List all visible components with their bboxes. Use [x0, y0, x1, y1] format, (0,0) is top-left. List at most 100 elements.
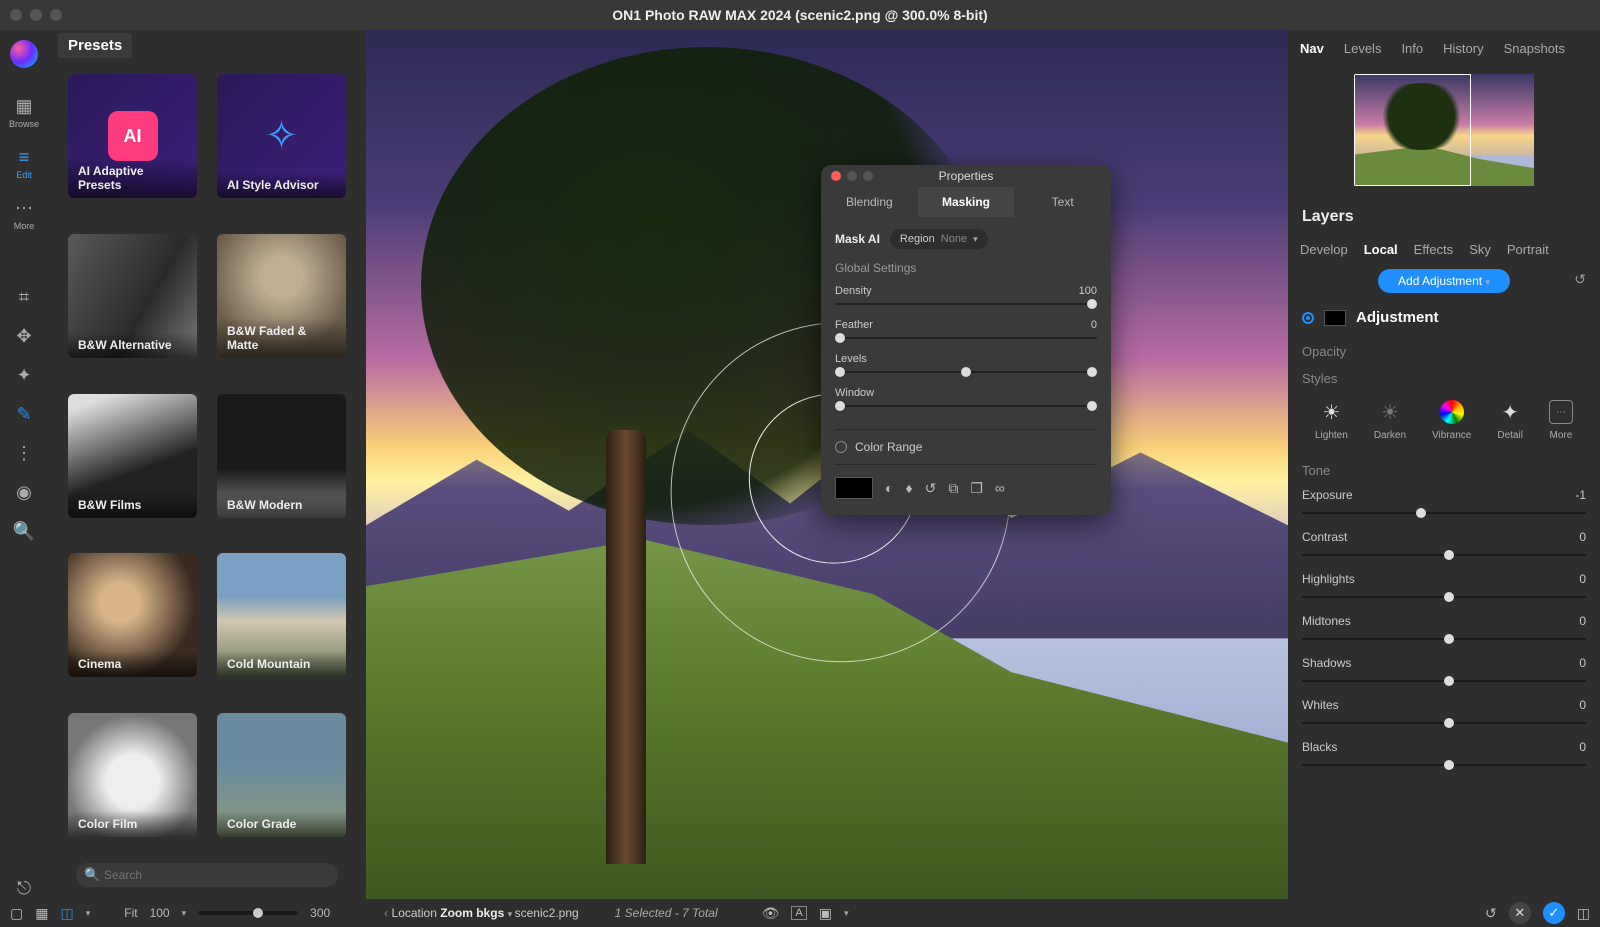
preset-cold-mountain[interactable]: Cold Mountain — [217, 553, 346, 677]
preset-ai-adaptive[interactable]: AI AI Adaptive Presets — [68, 74, 197, 198]
contrast-icon[interactable]: ◐ — [885, 480, 893, 496]
more-mode-button[interactable]: ⋯ More — [6, 198, 42, 231]
preset-bw-modern[interactable]: B&W Modern — [217, 394, 346, 518]
adjustment-active-radio[interactable] — [1302, 312, 1314, 324]
panel-toggle-icon[interactable]: ◫ — [1577, 905, 1590, 922]
exposure-slider[interactable]: Exposure-1 — [1288, 482, 1600, 524]
zoom-slider[interactable] — [198, 911, 298, 915]
minimize-icon[interactable] — [847, 171, 857, 181]
zoom-percent[interactable]: 100 — [150, 906, 170, 920]
tab-masking[interactable]: Masking — [918, 187, 1015, 217]
maximize-icon[interactable] — [863, 171, 873, 181]
tab-portrait[interactable]: Portrait — [1507, 242, 1549, 257]
brush-tool[interactable]: ✎ — [6, 404, 42, 425]
text-a-icon[interactable]: A — [791, 906, 806, 920]
grid-view-icon[interactable]: ▦ — [35, 905, 48, 922]
tab-history[interactable]: History — [1443, 41, 1483, 56]
preset-bw-films[interactable]: B&W Films — [68, 394, 197, 518]
cancel-button[interactable]: ✕ — [1509, 902, 1531, 924]
share-tool[interactable]: ⎋ — [6, 878, 42, 899]
preset-label: B&W Modern — [217, 492, 346, 518]
move-tool[interactable]: ✥ — [6, 326, 42, 347]
fit-button[interactable]: Fit — [124, 906, 137, 920]
undo-footer-icon[interactable]: ↺ — [1485, 905, 1497, 922]
style-detail[interactable]: ✦ Detail — [1497, 400, 1523, 441]
preset-bw-alt[interactable]: B&W Alternative — [68, 234, 197, 358]
shadows-slider[interactable]: Shadows0 — [1288, 650, 1600, 692]
tab-develop[interactable]: Develop — [1300, 242, 1348, 257]
mask-preview-swatch[interactable] — [835, 477, 873, 499]
tab-info[interactable]: Info — [1401, 41, 1423, 56]
bulb-icon[interactable]: ♦ — [905, 480, 912, 496]
style-lighten[interactable]: ☀ Lighten — [1315, 400, 1348, 441]
preset-grid[interactable]: AI AI Adaptive Presets ✧ AI Style Adviso… — [48, 60, 366, 853]
contrast-slider[interactable]: Contrast0 — [1288, 524, 1600, 566]
path-tool[interactable]: ⋮ — [6, 443, 42, 464]
paste-icon[interactable]: ❐ — [970, 480, 983, 497]
tab-snapshots[interactable]: Snapshots — [1504, 41, 1565, 56]
undo-icon[interactable]: ↺ — [925, 480, 937, 497]
status-bar: ▢ ▦ ◫ ▾ Fit 100 ▾ 300 ‹ Location Zoom bk… — [0, 899, 1600, 927]
tab-effects[interactable]: Effects — [1414, 242, 1454, 257]
maximize-icon[interactable] — [50, 9, 62, 21]
reset-icon[interactable]: ↺ — [1574, 271, 1586, 288]
minimize-icon[interactable] — [30, 9, 42, 21]
preset-cinema[interactable]: Cinema — [68, 553, 197, 677]
blacks-slider[interactable]: Blacks0 — [1288, 734, 1600, 776]
tab-levels[interactable]: Levels — [1344, 41, 1382, 56]
properties-panel[interactable]: Properties Blending Masking Text Mask AI… — [821, 165, 1111, 515]
apply-button[interactable]: ✓ — [1543, 902, 1565, 924]
adjustment-mask-swatch[interactable] — [1324, 310, 1346, 326]
panel-window-controls[interactable] — [831, 171, 873, 181]
presets-tab-label[interactable]: Presets — [58, 33, 132, 58]
preset-label: Cold Mountain — [217, 651, 346, 677]
edit-mode-button[interactable]: ≡ Edit — [6, 147, 42, 180]
tab-text[interactable]: Text — [1014, 187, 1111, 217]
tab-local[interactable]: Local — [1364, 242, 1398, 257]
add-adjustment-button[interactable]: Add Adjustment ▾ — [1378, 269, 1510, 293]
browse-mode-button[interactable]: ▦ Browse — [6, 96, 42, 129]
close-icon[interactable] — [831, 171, 841, 181]
preset-color-grade[interactable]: Color Grade — [217, 713, 346, 837]
window-slider[interactable] — [835, 399, 1097, 413]
style-darken[interactable]: ☀ Darken — [1374, 400, 1406, 441]
color-range-toggle[interactable]: Color Range — [835, 429, 1097, 465]
compare-view-icon[interactable]: ◫ — [60, 905, 73, 922]
magic-tool[interactable]: ✦ — [6, 365, 42, 386]
window-controls[interactable] — [10, 9, 62, 21]
preset-color-film[interactable]: Color Film — [68, 713, 197, 837]
tab-nav[interactable]: Nav — [1300, 41, 1324, 56]
style-vibrance[interactable]: Vibrance — [1432, 400, 1471, 441]
style-more[interactable]: ⋯ More — [1549, 400, 1573, 441]
breadcrumb[interactable]: ‹ Location Zoom bkgs ▾ scenic2.png — [384, 906, 579, 920]
navigator-viewport-rect[interactable] — [1354, 74, 1471, 186]
canvas-viewport[interactable]: + Properties Blending Masking Text Mask … — [366, 30, 1288, 899]
chevron-down-icon[interactable]: ▾ — [844, 908, 849, 919]
tab-sky[interactable]: Sky — [1469, 242, 1491, 257]
opacity-section[interactable]: Opacity — [1288, 336, 1600, 363]
chevron-down-icon[interactable]: ▾ — [86, 908, 91, 919]
crop-tool[interactable]: ⌗ — [6, 287, 42, 308]
preset-bw-faded[interactable]: B&W Faded & Matte — [217, 234, 346, 358]
chevron-down-icon[interactable]: ▾ — [182, 908, 187, 919]
fingerprint-tool[interactable]: ◉ — [6, 482, 42, 503]
copy-icon[interactable]: ⧉ — [948, 480, 958, 497]
region-dropdown[interactable]: Region None ▾ — [890, 229, 988, 249]
zoom-tool[interactable]: 🔍 — [6, 521, 42, 542]
single-view-icon[interactable]: ▢ — [10, 905, 23, 922]
more-label: More — [14, 221, 35, 231]
close-icon[interactable] — [10, 9, 22, 21]
preset-ai-style[interactable]: ✧ AI Style Advisor — [217, 74, 346, 198]
feather-slider[interactable] — [835, 331, 1097, 345]
camera-icon[interactable]: ▣ — [819, 905, 832, 922]
whites-slider[interactable]: Whites0 — [1288, 692, 1600, 734]
highlights-slider[interactable]: Highlights0 — [1288, 566, 1600, 608]
levels-slider[interactable] — [835, 365, 1097, 379]
tab-blending[interactable]: Blending — [821, 187, 918, 217]
eye-icon[interactable]: 👁 — [762, 905, 780, 922]
navigator-thumbnail[interactable] — [1354, 74, 1534, 186]
preset-search-input[interactable] — [76, 863, 338, 887]
link-icon[interactable]: ∞ — [995, 480, 1005, 496]
density-slider[interactable] — [835, 297, 1097, 311]
midtones-slider[interactable]: Midtones0 — [1288, 608, 1600, 650]
